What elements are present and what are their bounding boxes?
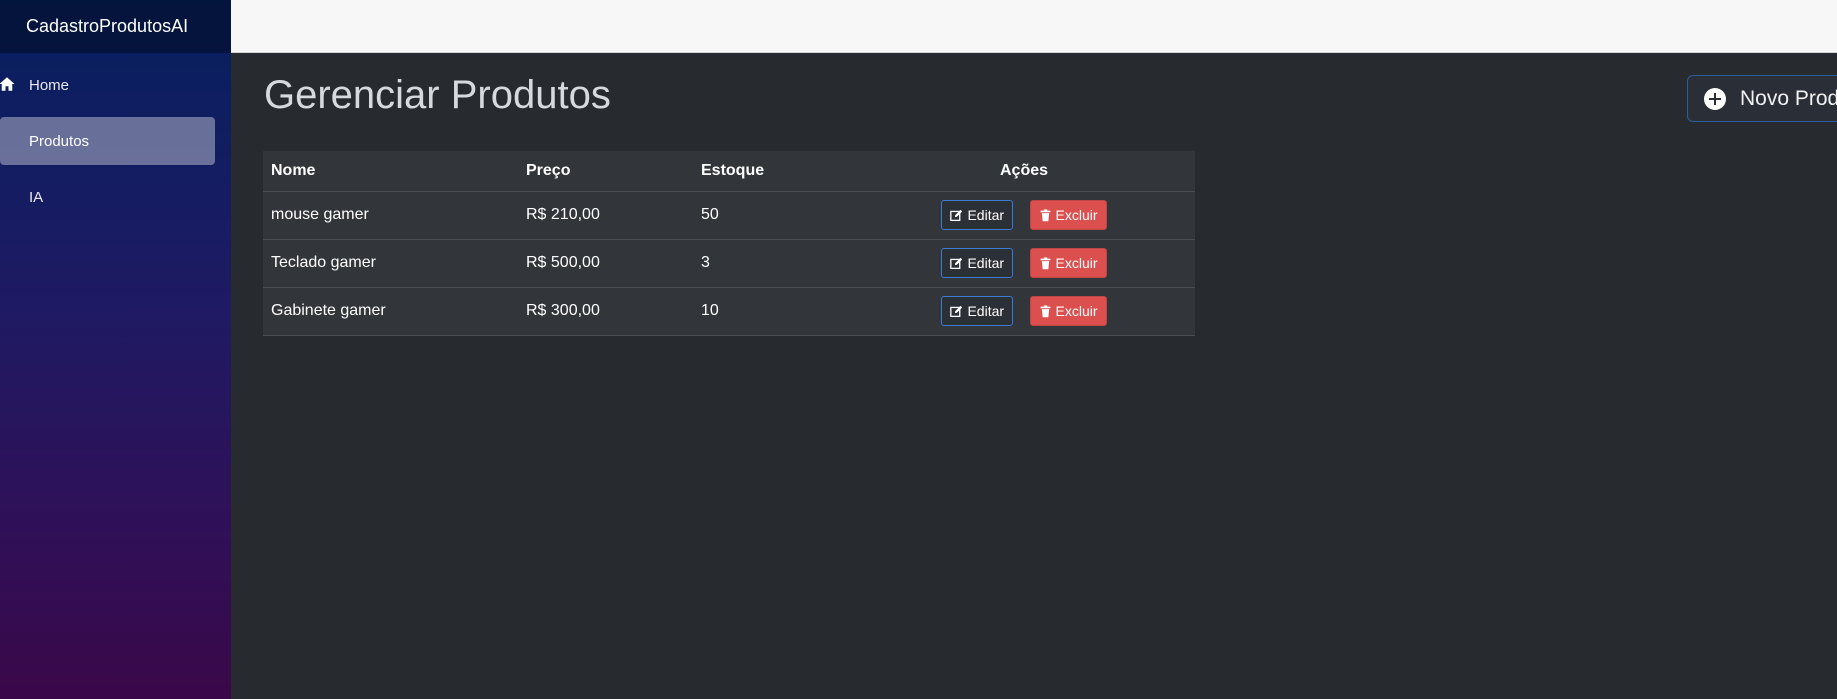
trash-icon bbox=[1040, 208, 1050, 221]
sidebar: CadastroProdutosAI Home Produtos IA bbox=[0, 0, 231, 699]
table-row: Gabinete gamer R$ 300,00 10 Editar Exclu… bbox=[263, 287, 1195, 336]
app-root: CadastroProdutosAI Home Produtos IA Gere… bbox=[0, 0, 1837, 699]
cell-nome: Teclado gamer bbox=[263, 239, 518, 288]
edit-button[interactable]: Editar bbox=[941, 296, 1014, 326]
plus-circle-icon bbox=[1704, 87, 1726, 110]
table-row: Teclado gamer R$ 500,00 3 Editar Excluir bbox=[263, 239, 1195, 288]
sidebar-item-label: IA bbox=[29, 188, 44, 206]
column-header-nome[interactable]: Nome bbox=[263, 151, 518, 192]
edit-button[interactable]: Editar bbox=[941, 248, 1014, 278]
edit-icon bbox=[950, 209, 963, 221]
table-row: mouse gamer R$ 210,00 50 Editar Excluir bbox=[263, 191, 1195, 240]
cell-nome: Gabinete gamer bbox=[263, 287, 518, 336]
cell-estoque: 50 bbox=[693, 191, 853, 240]
cell-nome: mouse gamer bbox=[263, 191, 518, 240]
sidebar-item-label: Home bbox=[29, 76, 70, 94]
cell-preco: R$ 500,00 bbox=[518, 239, 693, 288]
page-title: Gerenciar Produtos bbox=[264, 73, 611, 117]
sidebar-item-home[interactable]: Home bbox=[0, 61, 215, 109]
new-product-button[interactable]: Novo Produto bbox=[1687, 75, 1837, 122]
sidebar-nav: Home Produtos IA bbox=[0, 53, 231, 221]
cell-estoque: 10 bbox=[693, 287, 853, 336]
trash-icon bbox=[1040, 304, 1050, 317]
edit-label: Editar bbox=[967, 207, 1005, 223]
delete-label: Excluir bbox=[1055, 207, 1098, 223]
trash-icon bbox=[1040, 256, 1050, 269]
sidebar-item-produtos[interactable]: Produtos bbox=[0, 117, 215, 165]
delete-button[interactable]: Excluir bbox=[1029, 248, 1107, 278]
cell-preco: R$ 300,00 bbox=[518, 287, 693, 336]
cell-actions: Editar Excluir bbox=[853, 287, 1195, 336]
cell-actions: Editar Excluir bbox=[853, 239, 1195, 288]
home-icon bbox=[0, 77, 15, 91]
delete-button[interactable]: Excluir bbox=[1029, 200, 1107, 230]
products-table: Nome Preço Estoque Ações mouse gamer R$ … bbox=[263, 151, 1195, 336]
top-bar bbox=[231, 0, 1837, 53]
table-header-row: Nome Preço Estoque Ações bbox=[263, 151, 1195, 192]
column-header-acoes: Ações bbox=[853, 151, 1195, 192]
delete-button[interactable]: Excluir bbox=[1029, 296, 1107, 326]
cell-preco: R$ 210,00 bbox=[518, 191, 693, 240]
delete-label: Excluir bbox=[1055, 255, 1098, 271]
edit-button[interactable]: Editar bbox=[941, 200, 1014, 230]
sidebar-item-label: Produtos bbox=[29, 132, 90, 150]
cell-estoque: 3 bbox=[693, 239, 853, 288]
edit-label: Editar bbox=[967, 255, 1005, 271]
edit-icon bbox=[950, 257, 963, 269]
edit-label: Editar bbox=[967, 303, 1005, 319]
column-header-estoque[interactable]: Estoque bbox=[693, 151, 853, 192]
brand-name[interactable]: CadastroProdutosAI bbox=[0, 0, 231, 53]
new-product-label: Novo Produto bbox=[1740, 86, 1837, 110]
delete-label: Excluir bbox=[1055, 303, 1098, 319]
main-content: Gerenciar Produtos Novo Produto Nome Pre… bbox=[231, 53, 1837, 699]
sidebar-item-ia[interactable]: IA bbox=[0, 173, 215, 221]
cell-actions: Editar Excluir bbox=[853, 191, 1195, 240]
edit-icon bbox=[950, 305, 963, 317]
column-header-preco[interactable]: Preço bbox=[518, 151, 693, 192]
